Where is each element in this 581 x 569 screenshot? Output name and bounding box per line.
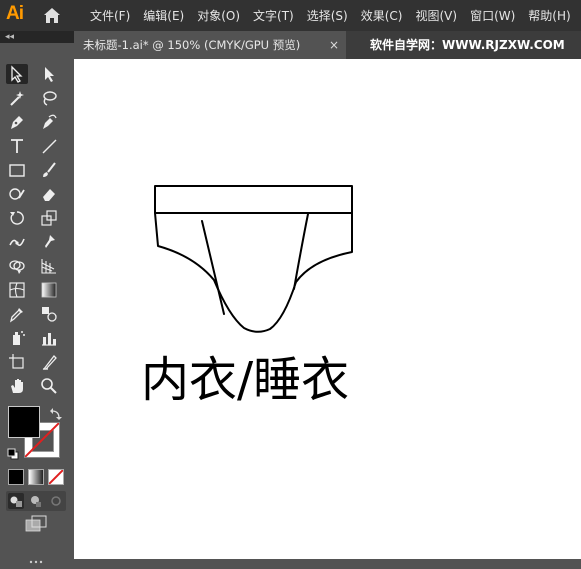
gradient-mode-button[interactable] <box>28 469 44 485</box>
more-tools-icon[interactable] <box>27 550 45 564</box>
waistband-shape <box>154 185 353 214</box>
shaper-tool-icon[interactable] <box>6 184 28 204</box>
menu-window[interactable]: 窗口(W) <box>470 7 515 24</box>
menu-object[interactable]: 对象(O) <box>197 7 240 24</box>
left-seam-line <box>201 220 225 315</box>
menu-edit[interactable]: 编辑(E) <box>143 7 184 24</box>
menu-select[interactable]: 选择(S) <box>307 7 348 24</box>
mesh-tool-icon[interactable] <box>6 280 28 300</box>
tools-panel <box>0 43 74 564</box>
none-mode-button[interactable] <box>48 469 64 485</box>
line-segment-tool-icon[interactable] <box>38 136 60 156</box>
fill-color-swatch[interactable] <box>8 406 40 438</box>
curvature-tool-icon[interactable] <box>38 112 60 132</box>
panel-collapse-bar[interactable]: ◂◂ <box>0 31 74 43</box>
collapse-icon[interactable]: ◂◂ <box>5 32 14 42</box>
artboard-canvas[interactable]: 内衣/睡衣 <box>74 59 581 559</box>
puppet-warp-tool-icon[interactable] <box>38 232 60 252</box>
color-mode-button[interactable] <box>8 469 24 485</box>
screen-mode-icon[interactable] <box>25 515 47 533</box>
magic-wand-tool-icon[interactable] <box>6 88 28 108</box>
selection-tool-icon[interactable] <box>6 64 28 84</box>
menu-help[interactable]: 帮助(H) <box>528 7 570 24</box>
right-seam-line <box>293 213 309 290</box>
draw-behind-icon[interactable] <box>28 493 44 509</box>
menu-view[interactable]: 视图(V) <box>415 7 457 24</box>
app-logo: Ai <box>6 3 24 24</box>
canvas-label-text[interactable]: 内衣/睡衣 <box>141 340 349 410</box>
blend-tool-icon[interactable] <box>38 304 60 324</box>
underwear-drawing[interactable] <box>154 184 356 339</box>
rectangle-tool-icon[interactable] <box>6 160 28 180</box>
none-slash-icon <box>49 470 63 484</box>
menu-file[interactable]: 文件(F) <box>90 7 130 24</box>
swap-colors-icon[interactable] <box>50 405 62 420</box>
lasso-tool-icon[interactable] <box>38 88 60 108</box>
default-colors-icon[interactable] <box>7 445 19 460</box>
type-tool-icon[interactable] <box>6 136 28 156</box>
column-graph-tool-icon[interactable] <box>38 328 60 348</box>
close-icon[interactable]: × <box>329 31 339 59</box>
menu-items: 文件(F) 编辑(E) 对象(O) 文字(T) 选择(S) 效果(C) 视图(V… <box>90 7 581 24</box>
draw-mode-group <box>6 491 66 511</box>
gradient-tool-icon[interactable] <box>38 280 60 300</box>
eraser-tool-icon[interactable] <box>38 184 60 204</box>
document-tab-title: 未标题-1.ai* @ 150% (CMYK/GPU 预览) <box>83 38 301 52</box>
menu-bar: Ai 文件(F) 编辑(E) 对象(O) 文字(T) 选择(S) 效果(C) 视… <box>0 0 581 31</box>
brief-outline <box>154 212 353 333</box>
rotate-tool-icon[interactable] <box>6 208 28 228</box>
zoom-tool-icon[interactable] <box>38 376 60 396</box>
shape-builder-tool-icon[interactable] <box>6 256 28 276</box>
width-tool-icon[interactable] <box>6 232 28 252</box>
draw-normal-icon[interactable] <box>8 493 24 509</box>
slice-tool-icon[interactable] <box>38 352 60 372</box>
draw-inside-icon[interactable] <box>48 493 64 509</box>
symbol-sprayer-tool-icon[interactable] <box>6 328 28 348</box>
paintbrush-tool-icon[interactable] <box>38 160 60 180</box>
artboard-tool-icon[interactable] <box>6 352 28 372</box>
hand-tool-icon[interactable] <box>6 376 28 396</box>
menu-type[interactable]: 文字(T) <box>253 7 294 24</box>
pen-tool-icon[interactable] <box>6 112 28 132</box>
menu-effect[interactable]: 效果(C) <box>361 7 403 24</box>
watermark-text: 软件自学网：WWW.RJZXW.COM <box>370 38 565 52</box>
eyedropper-tool-icon[interactable] <box>6 304 28 324</box>
document-tab[interactable]: 未标题-1.ai* @ 150% (CMYK/GPU 预览) × <box>74 31 346 59</box>
perspective-grid-tool-icon[interactable] <box>38 256 60 276</box>
direct-selection-tool-icon[interactable] <box>38 64 60 84</box>
home-icon[interactable] <box>43 7 61 24</box>
scale-tool-icon[interactable] <box>38 208 60 228</box>
